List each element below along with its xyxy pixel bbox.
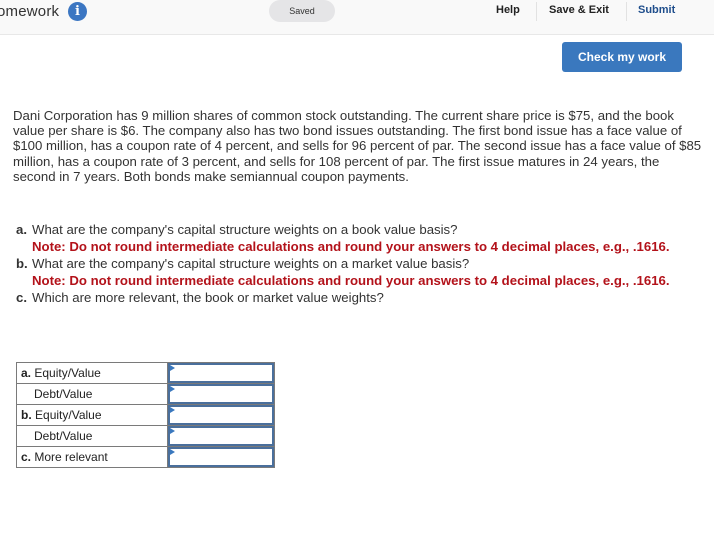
row-prefix: a. xyxy=(21,366,32,380)
question-c: c. Which are more relevant, the book or … xyxy=(16,289,706,306)
rounding-note: Note: Do not round intermediate calculat… xyxy=(32,273,670,288)
nav-divider xyxy=(626,2,627,21)
more-relevant-input[interactable] xyxy=(168,447,274,467)
row-label: c. More relevant xyxy=(16,446,168,468)
row-label: a. Equity/Value xyxy=(16,362,168,384)
submit-link[interactable]: Submit xyxy=(638,4,675,16)
answer-cell xyxy=(167,404,275,426)
table-row: Debt/Value xyxy=(16,425,275,447)
question-b: b. What are the company's capital struct… xyxy=(16,255,706,289)
question-letter: a. xyxy=(16,222,27,237)
question-letter: b. xyxy=(16,256,28,271)
flag-icon xyxy=(170,449,175,455)
answer-table: a. Equity/Value Debt/Value b. Equity/Val… xyxy=(16,362,275,468)
question-list: a. What are the company's capital struct… xyxy=(16,221,706,306)
row-prefix: b. xyxy=(21,408,32,422)
row-label-text: Debt/Value xyxy=(34,387,93,401)
question-a: a. What are the company's capital struct… xyxy=(16,221,706,255)
market-debt-value-input[interactable] xyxy=(168,426,274,446)
check-my-work-button[interactable]: Check my work xyxy=(562,42,682,72)
help-link[interactable]: Help xyxy=(496,4,520,16)
question-text: What are the company's capital structure… xyxy=(32,256,470,271)
book-equity-value-input[interactable] xyxy=(168,363,274,383)
saved-status-badge: Saved xyxy=(269,0,335,22)
question-text: What are the company's capital structure… xyxy=(32,222,458,237)
assignment-title: omework xyxy=(0,3,60,20)
info-icon[interactable]: i xyxy=(68,2,87,21)
flag-icon xyxy=(170,386,175,392)
answer-cell xyxy=(167,425,275,447)
flag-icon xyxy=(170,407,175,413)
book-debt-value-input[interactable] xyxy=(168,384,274,404)
answer-cell xyxy=(167,362,275,384)
table-row: Debt/Value xyxy=(16,383,275,405)
question-text: Which are more relevant, the book or mar… xyxy=(32,290,384,305)
flag-icon xyxy=(170,428,175,434)
rounding-note: Note: Do not round intermediate calculat… xyxy=(32,239,670,254)
nav-divider xyxy=(536,2,537,21)
answer-cell xyxy=(167,446,275,468)
row-prefix: c. xyxy=(21,450,32,464)
row-label-text: Debt/Value xyxy=(34,429,93,443)
row-label-text: More relevant xyxy=(34,450,108,464)
row-label-text: Equity/Value xyxy=(34,366,101,380)
row-label: b. Equity/Value xyxy=(16,404,168,426)
flag-icon xyxy=(170,365,175,371)
top-bar: omework i Saved Help Save & Exit Submit xyxy=(0,0,714,35)
table-row: c. More relevant xyxy=(16,446,275,468)
table-row: a. Equity/Value xyxy=(16,362,275,384)
market-equity-value-input[interactable] xyxy=(168,405,274,425)
row-label: Debt/Value xyxy=(16,383,168,405)
answer-cell xyxy=(167,383,275,405)
row-label-text: Equity/Value xyxy=(35,408,102,422)
row-label: Debt/Value xyxy=(16,425,168,447)
table-row: b. Equity/Value xyxy=(16,404,275,426)
problem-statement: Dani Corporation has 9 million shares of… xyxy=(13,108,702,184)
question-letter: c. xyxy=(16,290,27,305)
save-exit-link[interactable]: Save & Exit xyxy=(549,4,609,16)
